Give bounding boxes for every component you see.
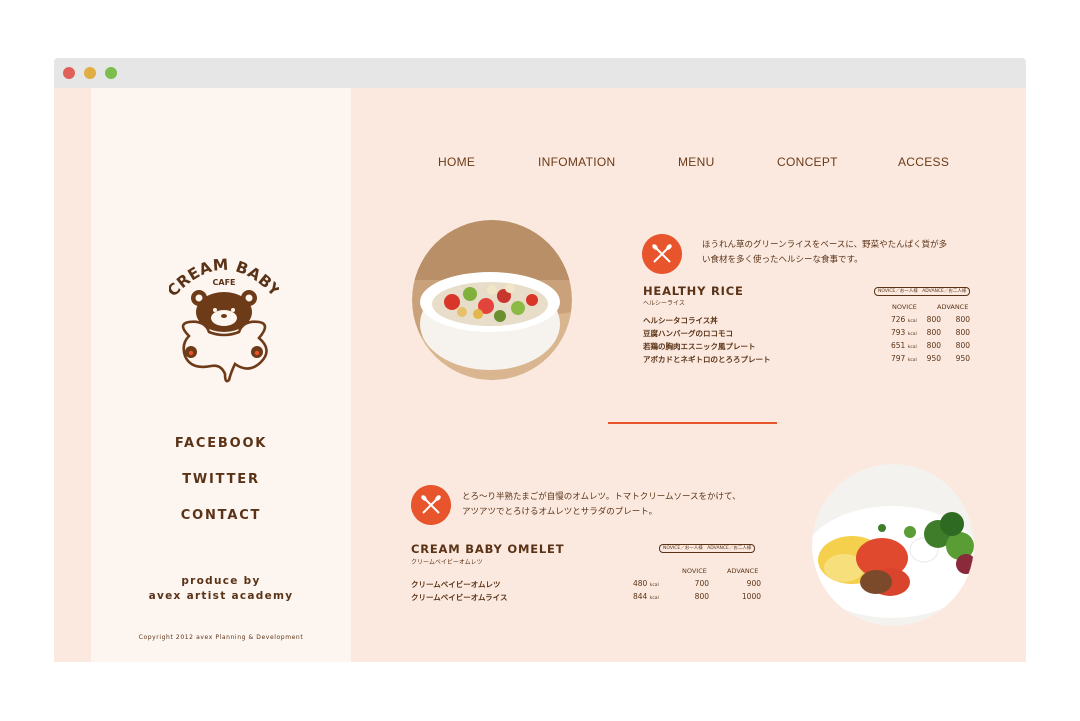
minimize-window-button[interactable] — [84, 67, 96, 79]
item-novice-price: 950 — [926, 354, 941, 363]
nav-home[interactable]: HOME — [438, 155, 475, 169]
menu-title: HEALTHY RICE — [643, 284, 744, 298]
healthy-rice-description: ほうれん草のグリーンライスをベースに、野菜やたんぱく質が多 い食材を多く使ったヘ… — [702, 238, 947, 268]
healthy-rice-photo — [412, 220, 572, 380]
menu-subtitle: クリームベイビーオムレツ — [411, 559, 483, 566]
menu-subtitle: ヘルシーライス — [643, 300, 685, 307]
col-header-advance: ADVANCE — [727, 567, 759, 575]
item-novice-price: 800 — [926, 315, 941, 324]
nav-menu[interactable]: MENU — [678, 155, 715, 169]
section-divider — [608, 422, 777, 424]
twitter-link[interactable]: TWITTER — [91, 469, 351, 505]
item-name: アボカドとネギトロのとろろプレート — [643, 355, 771, 364]
sidebar: CREAM BABY CAFE FACEBOOK TWITTER — [91, 88, 351, 662]
nav-access[interactable]: ACCESS — [898, 155, 949, 169]
produce-credit: produce by avex artist academy — [91, 574, 351, 604]
col-header-novice: NOVICE — [892, 303, 917, 311]
item-name: クリームベイビーオムライス — [411, 593, 508, 602]
fork-knife-icon — [642, 234, 682, 274]
item-advance-price: 800 — [955, 328, 970, 337]
menu-row: クリームベイビーオムレツ 480 kcal 700 900 — [411, 579, 763, 592]
contact-link[interactable]: CONTACT — [91, 505, 351, 541]
item-advance-price: 800 — [955, 341, 970, 350]
item-novice-price: 800 — [926, 328, 941, 337]
produce-line-1: produce by — [181, 575, 261, 587]
logo-subtext: CAFE — [213, 278, 236, 287]
description-line: とろ～り半熟たまごが自慢のオムレツ。トマトクリームソースをかけて、 — [462, 492, 741, 502]
social-links: FACEBOOK TWITTER CONTACT — [91, 433, 351, 541]
item-novice-price: 700 — [694, 579, 709, 588]
item-name: クリームベイビーオムレツ — [411, 580, 501, 589]
omelet-description: とろ～り半熟たまごが自慢のオムレツ。トマトクリームソースをかけて、 アツアツでと… — [462, 490, 741, 520]
cream-baby-cafe-logo[interactable]: CREAM BABY CAFE — [169, 246, 279, 386]
item-advance-price: 900 — [746, 579, 761, 588]
item-novice-price: 800 — [694, 592, 709, 601]
col-header-novice: NOVICE — [682, 567, 707, 575]
price-legend-tag: NOVICE／お一人様 ADVANCE／お二人様 — [659, 544, 756, 553]
item-name: 豆腐ハンバーグのロコモコ — [643, 329, 733, 338]
item-novice-price: 800 — [926, 341, 941, 350]
price-legend-tag: NOVICE／お一人様 ADVANCE／お二人様 — [874, 287, 971, 296]
item-advance-price: 1000 — [741, 592, 761, 601]
item-kcal: 480 kcal — [633, 579, 659, 588]
facebook-link[interactable]: FACEBOOK — [91, 433, 351, 469]
browser-window: CREAM BABY CAFE FACEBOOK TWITTER — [54, 58, 1026, 662]
menu-row: 豆腐ハンバーグのロコモコ 793 kcal 800 800 — [643, 328, 973, 341]
description-line: ほうれん草のグリーンライスをベースに、野菜やたんぱく質が多 — [702, 240, 948, 250]
window-titlebar — [54, 58, 1026, 88]
produce-line-2: avex artist academy — [148, 590, 294, 602]
menu-row: クリームベイビーオムライス 844 kcal 800 1000 — [411, 592, 763, 605]
item-name: ヘルシータコライス丼 — [643, 316, 718, 325]
description-line: い食材を多く使ったヘルシーな食事です。 — [702, 255, 863, 265]
omelet-photo — [812, 464, 974, 626]
close-window-button[interactable] — [63, 67, 75, 79]
description-line: アツアツでとろけるオムレツとサラダのプレート。 — [462, 507, 658, 517]
menu-row: 若鶏の胸肉エスニック風プレート 651 kcal 800 800 — [643, 341, 973, 354]
item-name: 若鶏の胸肉エスニック風プレート — [643, 342, 756, 351]
item-kcal: 844 kcal — [633, 592, 659, 601]
menu-row: ヘルシータコライス丼 726 kcal 800 800 — [643, 315, 973, 328]
nav-infomation[interactable]: INFOMATION — [538, 155, 615, 169]
col-header-advance: ADVANCE — [937, 303, 969, 311]
fork-knife-icon — [411, 485, 451, 525]
menu-title: CREAM BABY OMELET — [411, 542, 565, 556]
maximize-window-button[interactable] — [105, 67, 117, 79]
menu-row: アボカドとネギトロのとろろプレート 797 kcal 950 950 — [643, 354, 973, 367]
item-advance-price: 950 — [955, 354, 970, 363]
item-advance-price: 800 — [955, 315, 970, 324]
copyright: Copyright 2012 avex Planning & Developme… — [138, 634, 304, 641]
nav-concept[interactable]: CONCEPT — [777, 155, 838, 169]
